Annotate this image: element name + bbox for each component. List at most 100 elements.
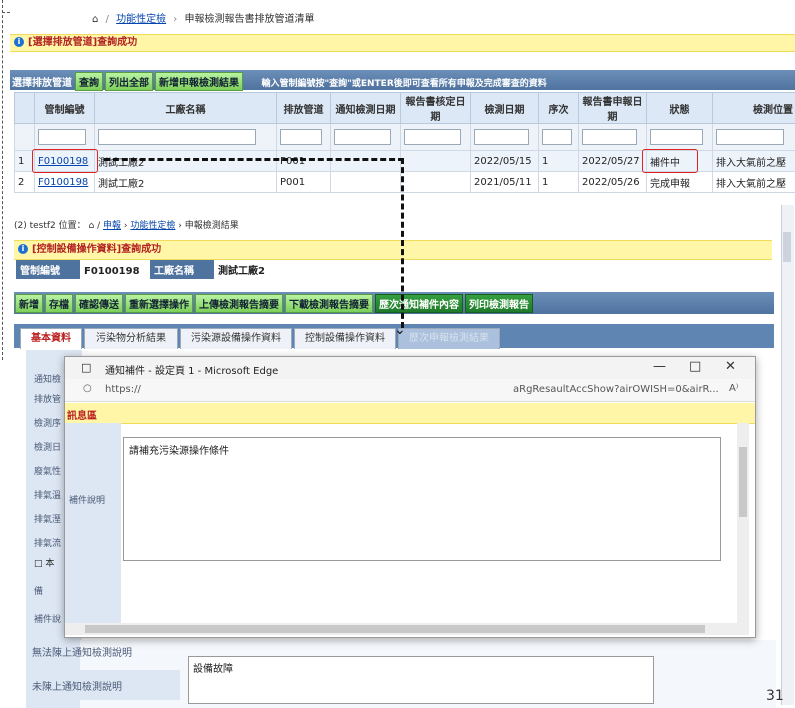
dotted-guide-horizontal (2, 12, 10, 13)
form-checkbox-label[interactable]: □ 本 (34, 556, 54, 569)
page-scrollbar[interactable] (781, 205, 794, 705)
highlight-box-status (642, 149, 698, 173)
row-seq: 1 (538, 171, 579, 193)
filter-input-id[interactable] (38, 129, 86, 145)
reselect-button[interactable]: 重新選擇操作 (125, 294, 193, 313)
confirm-send-button[interactable]: 確認傳送 (75, 294, 123, 313)
row-pipe: P001 (276, 150, 331, 172)
filter-cell (578, 123, 647, 151)
status-message-text: [選擇排放管道]查詢成功 (28, 37, 138, 48)
action-toolbar: 新增 存檔 確認傳送 重新選擇操作 上傳檢測報告摘要 下載檢測報告摘要 歷次通知補件內容 列印… (14, 292, 774, 314)
table-row[interactable]: 2 F0100198 測試工廠2 P001 2021/05/11 1 2022/… (14, 171, 795, 193)
row-date: 2022/05/15 (470, 150, 539, 172)
status-message-top: i [選擇排放管道]查詢成功 (10, 34, 795, 52)
filter-cell (646, 123, 713, 151)
col-header[interactable]: 序次 (538, 92, 579, 124)
popup-titlebar: □ 通知補件 - 設定頁 1 - Microsoft Edge — □ ✕ (65, 357, 755, 379)
add-report-button[interactable]: 新增申報檢測結果 (155, 72, 243, 91)
popup-horizontal-thumb[interactable] (85, 625, 705, 633)
breadcrumb2-prefix: (2) testf2 位置： (14, 221, 86, 231)
annotation-dashed-line-horizontal (104, 158, 404, 161)
filter-input-pipe[interactable] (280, 129, 323, 145)
control-id-value: F0100198 (84, 266, 140, 277)
list-all-button[interactable]: 列出全部 (105, 72, 153, 91)
query-button[interactable]: 查詢 (75, 72, 103, 91)
col-header[interactable]: 報告書核定日期 (400, 92, 471, 124)
col-header[interactable]: 檢測位置 (712, 92, 795, 124)
filter-input-report[interactable] (582, 129, 637, 145)
popup-message-text: 訊息區 (67, 411, 97, 422)
reason-textarea[interactable]: 設備故障 (188, 656, 654, 704)
form-label: 排放管 (34, 395, 62, 405)
row-report: 2022/05/27 (578, 150, 647, 172)
filter-input-approve[interactable] (404, 129, 461, 145)
form-label: 通知檢 (34, 375, 62, 385)
print-report-button[interactable]: 列印檢測報告 (465, 294, 533, 313)
row-id-link[interactable]: F0100198 (38, 177, 88, 188)
form-label: 廢氣性 (34, 467, 62, 477)
popup-address-bar[interactable]: ○ https:// aRgResaultAccShow?airOWISH=0&… (65, 379, 755, 402)
annotation-dashed-line-vertical (401, 158, 404, 328)
col-header[interactable]: 排放管道 (276, 92, 331, 124)
popup-title: 通知補件 - 設定頁 1 - Microsoft Edge (105, 366, 279, 377)
close-icon[interactable]: ✕ (725, 359, 736, 374)
col-header[interactable]: 管制編號 (34, 92, 95, 124)
tab-pollutant-analysis[interactable]: 污染物分析結果 (84, 328, 178, 349)
status-message-second: i [控制設備操作資料]查詢成功 (14, 240, 772, 260)
breadcrumb-link-inspection[interactable]: 功能性定檢 (116, 14, 166, 25)
filter-input-date[interactable] (474, 129, 529, 145)
filter-input-factory[interactable] (98, 129, 256, 145)
minimize-icon[interactable]: — (653, 359, 666, 374)
maximize-icon[interactable]: □ (689, 359, 701, 374)
form-label: 檢測序 (34, 419, 62, 429)
home-icon[interactable]: ⌂ (89, 221, 95, 231)
filter-input-status[interactable] (650, 129, 704, 145)
filter-input-location[interactable] (716, 129, 785, 145)
breadcrumb-top: ⌂ / 功能性定檢 › 申報檢測報告書排放管道清單 (92, 14, 315, 25)
upload-summary-button[interactable]: 上傳檢測報告摘要 (195, 294, 283, 313)
filter-cell (94, 123, 277, 151)
row-status: 完成申報 (646, 171, 713, 193)
col-header[interactable]: 報告書申報日期 (578, 92, 647, 124)
highlight-box-id (32, 149, 98, 173)
row-notify (330, 150, 401, 172)
filter-input-notify[interactable] (334, 129, 391, 145)
tab-history-results[interactable]: 歷次申報檢測結果 (398, 328, 500, 349)
page-icon: □ (81, 361, 92, 374)
add-button[interactable]: 新增 (15, 294, 43, 313)
notice-popup-window: □ 通知補件 - 設定頁 1 - Microsoft Edge — □ ✕ ○ … (64, 356, 756, 638)
popup-url-tail: aRgResaultAccShow?airOWISH=0&airR... (513, 384, 719, 395)
download-summary-button[interactable]: 下載檢測報告摘要 (285, 294, 373, 313)
row-index: 2 (14, 171, 35, 193)
col-header[interactable]: 工廠名稱 (94, 92, 277, 124)
save-button[interactable]: 存檔 (45, 294, 73, 313)
tab-control-operation[interactable]: 控制設備操作資料 (294, 328, 396, 349)
page-number: 31 (766, 688, 784, 704)
col-header[interactable]: 通知檢測日期 (330, 92, 401, 124)
row-notify (330, 171, 401, 193)
tab-source-operation[interactable]: 污染源設備操作資料 (180, 328, 292, 349)
breadcrumb2-current: 申報檢測結果 (184, 221, 239, 231)
read-aloud-icon[interactable]: A⁾ (729, 383, 738, 394)
col-header-index (14, 92, 35, 124)
filter-cell (470, 123, 539, 151)
col-header[interactable]: 檢測日期 (470, 92, 539, 124)
breadcrumb2-link-inspection[interactable]: 功能性定檢 (130, 221, 175, 231)
record-info-bar: 管制編號 F0100198 工廠名稱 測試工廠2 (16, 260, 772, 279)
history-notice-button[interactable]: 歷次通知補件內容 (375, 294, 463, 313)
row-location: 排入大氣前之壓 (712, 150, 795, 172)
supplement-textarea[interactable]: 請補充污染源操作條件 (123, 437, 721, 561)
popup-vertical-thumb[interactable] (739, 447, 747, 517)
popup-message-area: 訊息區 (65, 403, 755, 424)
col-header[interactable]: 狀態 (646, 92, 713, 124)
breadcrumb-second: (2) testf2 位置： ⌂ / 申報 › 功能性定檢 › 申報檢測結果 (14, 221, 239, 231)
filter-input-seq[interactable] (542, 129, 572, 145)
row-id-cell: F0100198 (34, 171, 95, 193)
home-icon[interactable]: ⌂ (92, 14, 98, 25)
form-label: 排氣溫 (34, 491, 62, 501)
page-scrollbar-thumb[interactable] (783, 232, 791, 262)
tab-basic-info[interactable]: 基本資料 (20, 328, 82, 349)
filter-cell (276, 123, 331, 151)
breadcrumb2-link-report[interactable]: 申報 (103, 221, 121, 231)
form-label: 排氣溼 (34, 515, 62, 525)
